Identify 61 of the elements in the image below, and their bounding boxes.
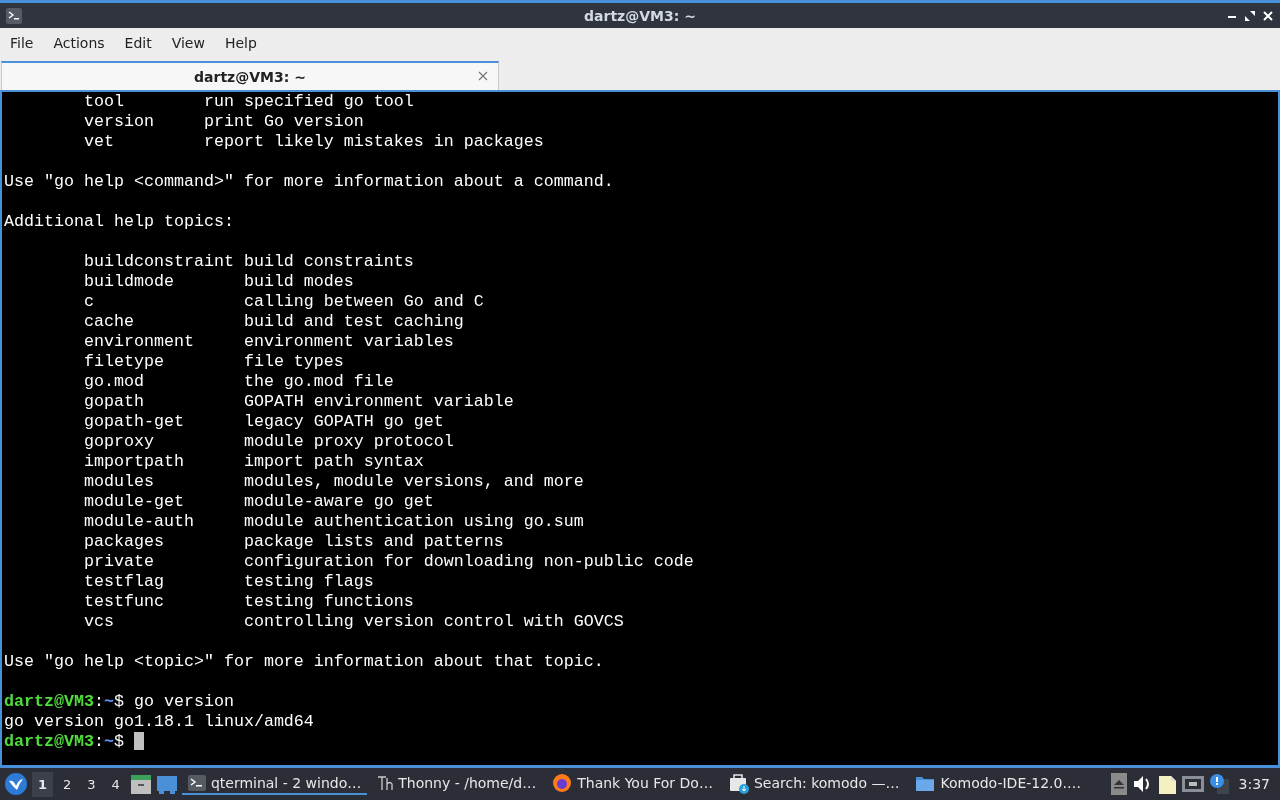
terminal-line: gopath GOPATH environment variable <box>82 392 514 411</box>
terminal-line: module-auth module authentication using go.sum <box>82 512 584 531</box>
terminal-line: Additional help topics: <box>4 212 234 231</box>
terminal-line: Use "go help <topic>" for more information about that topic. <box>4 652 604 671</box>
terminal-line: testflag testing flags <box>82 572 374 591</box>
desktop-switcher[interactable]: 4 <box>105 771 126 797</box>
desktop-switcher[interactable]: 1 <box>32 771 54 797</box>
folder-icon <box>915 774 936 792</box>
terminal-line: importpath import path syntax <box>82 452 424 471</box>
terminal-line: tool run specified go tool <box>82 92 414 111</box>
terminal-line: private configuration for downloading non-public code <box>82 552 694 571</box>
terminal-icon <box>187 775 206 791</box>
terminal-line: buildmode build modes <box>82 272 354 291</box>
expand-tray-icon[interactable] <box>1110 773 1127 795</box>
terminal-line: buildconstraint build constraints <box>82 252 414 271</box>
prompt-separator: : <box>93 732 104 751</box>
window-title: dartz@VM3: ~ <box>584 7 696 24</box>
terminal-line: module-get module-aware go get <box>82 492 434 511</box>
terminal-line: version print Go version <box>82 112 364 131</box>
menu-item[interactable]: View <box>163 31 213 55</box>
taskbar-task[interactable]: Thank You For Do… <box>546 773 719 795</box>
desktop-icon[interactable] <box>155 773 178 795</box>
prompt-sign: $ <box>113 732 124 751</box>
shopping-bag-icon <box>728 772 749 794</box>
menu-item[interactable]: Actions <box>45 31 113 55</box>
terminal-line: cache build and test caching <box>82 312 464 331</box>
terminal-line: modules modules, module versions, and more <box>82 472 584 491</box>
menu-item[interactable]: File <box>2 31 42 55</box>
terminal-line: environment environment variables <box>82 332 454 351</box>
terminal-line: filetype file types <box>82 352 344 371</box>
command-text: go version <box>133 692 234 711</box>
terminal-line: packages package lists and patterns <box>82 532 504 551</box>
terminal-line: goproxy module proxy protocol <box>82 432 454 451</box>
prompt-separator: : <box>93 692 104 711</box>
terminal-icon <box>6 7 22 24</box>
terminal-line: c calling between Go and C <box>82 292 484 311</box>
terminal-line: Use "go help <command>" for more information about a command. <box>4 172 614 191</box>
notification-icon[interactable] <box>1208 773 1229 795</box>
prompt-user: dartz@VM3 <box>4 732 94 751</box>
terminal-line: go.mod the go.mod file <box>82 372 394 391</box>
prompt-directory: ~ <box>103 732 114 751</box>
prompt-directory: ~ <box>103 692 114 711</box>
terminal-line: vet report likely mistakes in packages <box>82 132 544 151</box>
terminal-line: go version go1.18.1 linux/amd64 <box>4 712 314 731</box>
taskbar-task[interactable]: Thonny - /home/d… <box>371 773 543 795</box>
taskbar-task[interactable]: Search: komodo —… <box>722 773 906 795</box>
maximize-icon[interactable] <box>1244 9 1256 22</box>
menu-item[interactable]: Edit <box>116 31 160 55</box>
terminal-line: gopath-get legacy GOPATH go get <box>82 412 444 431</box>
prompt-user: dartz@VM3 <box>4 692 94 711</box>
clock[interactable]: 3:37 <box>1232 776 1276 792</box>
prompt-sign: $ <box>113 692 124 711</box>
taskbar-task[interactable]: Komodo-IDE-12.0.… <box>909 773 1087 795</box>
file-cabinet-icon[interactable] <box>129 773 152 795</box>
menu-item[interactable]: Help <box>216 31 265 55</box>
terminal-line: vcs controlling version control with GOVCS <box>82 612 624 631</box>
terminal-tab[interactable]: dartz@VM3: ~ <box>1 61 499 90</box>
terminal-line: testfunc testing functions <box>82 592 414 611</box>
desktop-switcher[interactable]: 3 <box>81 771 102 797</box>
desktop-switcher[interactable]: 2 <box>57 771 78 797</box>
taskbar-task[interactable]: qterminal - 2 windo… <box>181 773 368 795</box>
